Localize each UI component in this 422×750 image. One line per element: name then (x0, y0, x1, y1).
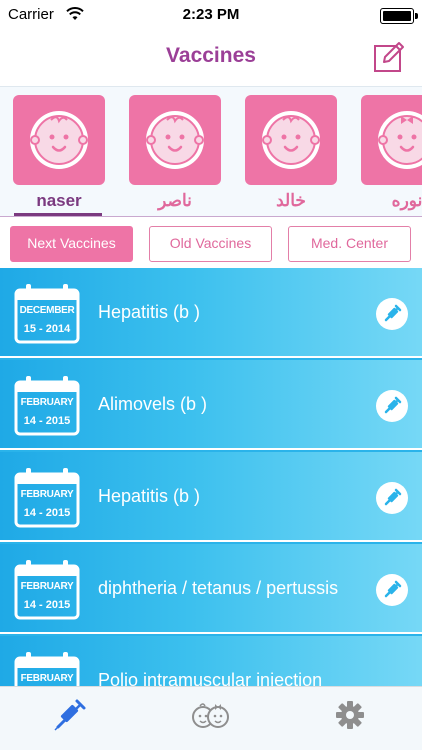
compose-button[interactable] (372, 40, 406, 74)
vaccine-name: Hepatitis (b ) (98, 486, 201, 506)
vaccine-filter-segments: Next Vaccines Old Vaccines Med. Center (0, 217, 422, 269)
vaccine-action-button[interactable] (376, 390, 408, 422)
tab-bar (0, 686, 422, 750)
syringe-icon (384, 488, 402, 506)
babies-icon (192, 703, 229, 728)
child-name: ناصر (158, 191, 192, 210)
status-bar: Carrier 2:23 PM (0, 0, 422, 30)
child-name: خالد (276, 191, 306, 210)
med-center-button[interactable]: Med. Center (288, 226, 411, 262)
syringe-icon (384, 580, 402, 598)
nav-bar: Vaccines (0, 30, 422, 86)
child-item-naser[interactable]: naser (13, 95, 105, 211)
vaccine-row[interactable]: FEBRUARY Polio intramuscular injection (0, 636, 422, 686)
calendar-month: FEBRUARY (20, 673, 74, 684)
baby-girl-icon (378, 111, 422, 169)
vaccine-action-button[interactable] (376, 298, 408, 330)
calendar-month: DECEMBER (19, 305, 75, 316)
calendar-date: 14 - 2015 (23, 599, 71, 611)
vaccine-name: diphtheria / tetanus / pertussis (98, 578, 339, 598)
tab-children[interactable] (190, 695, 230, 735)
baby-boy-icon (30, 111, 88, 169)
old-vaccines-button[interactable]: Old Vaccines (149, 226, 272, 262)
vaccine-name: Alimovels (b ) (98, 394, 208, 414)
child-avatar (129, 95, 221, 185)
child-name: نوره (391, 191, 422, 210)
child-item-naser-ar[interactable]: ناصر (129, 95, 221, 211)
tab-vaccines[interactable] (50, 695, 90, 735)
calendar-month: FEBRUARY (20, 489, 74, 500)
child-avatar (361, 95, 422, 185)
vaccine-row[interactable]: DECEMBER 15 - 2014 Hepatitis (b ) (0, 268, 422, 358)
vaccine-name: Hepatitis (b ) (98, 302, 201, 322)
calendar-icon: FEBRUARY 14 - 2015 (14, 558, 80, 620)
vaccine-row[interactable]: FEBRUARY 14 - 2015 diphtheria / tetanus … (0, 544, 422, 634)
child-item-noura[interactable]: نوره (361, 95, 422, 211)
child-item-khaled[interactable]: خالد (245, 95, 337, 211)
status-time: 2:23 PM (182, 6, 240, 23)
vaccine-row[interactable]: FEBRUARY 14 - 2015 Alimovels (b ) (0, 360, 422, 450)
calendar-icon: FEBRUARY 14 - 2015 (14, 374, 80, 436)
baby-boy-icon (262, 111, 320, 169)
children-strip: naser ناصر خالد نوره (0, 86, 422, 218)
calendar-date: 15 - 2014 (23, 323, 71, 335)
syringe-icon (54, 699, 86, 731)
baby-boy-icon (146, 111, 204, 169)
vaccine-action-button[interactable] (376, 574, 408, 606)
calendar-date: 14 - 2015 (23, 415, 71, 427)
vaccine-list[interactable]: DECEMBER 15 - 2014 Hepatitis (b ) FEBRUA… (0, 268, 422, 686)
syringe-icon (384, 396, 402, 414)
calendar-icon: DECEMBER 15 - 2014 (14, 282, 80, 344)
child-avatar (13, 95, 105, 185)
tab-settings[interactable] (330, 695, 370, 735)
syringe-icon (384, 304, 402, 322)
child-name: naser (36, 191, 82, 210)
vaccine-action-button[interactable] (376, 482, 408, 514)
page-title: Vaccines (166, 44, 256, 67)
calendar-icon: FEBRUARY 14 - 2015 (14, 466, 80, 528)
calendar-icon: FEBRUARY (14, 650, 80, 686)
vaccine-name: Polio intramuscular injection (98, 670, 323, 686)
vaccine-row[interactable]: FEBRUARY 14 - 2015 Hepatitis (b ) (0, 452, 422, 542)
compose-icon (374, 42, 404, 72)
next-vaccines-button[interactable]: Next Vaccines (10, 226, 133, 262)
calendar-month: FEBRUARY (20, 581, 74, 592)
battery-icon (380, 8, 418, 24)
child-avatar (245, 95, 337, 185)
calendar-month: FEBRUARY (20, 397, 74, 408)
calendar-date: 14 - 2015 (23, 507, 71, 519)
gear-icon (336, 701, 364, 729)
